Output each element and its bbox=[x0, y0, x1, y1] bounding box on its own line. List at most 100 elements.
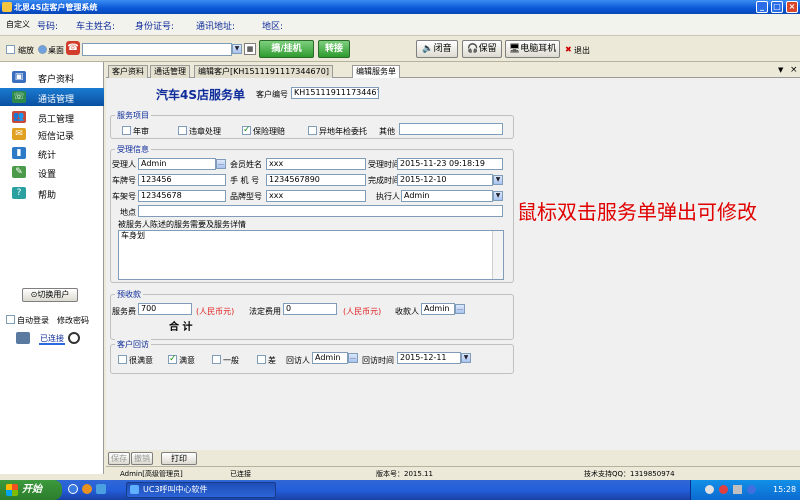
auto-login-checkbox[interactable] bbox=[6, 315, 15, 324]
desktop-icon[interactable] bbox=[38, 45, 47, 54]
settings-icon: ✎ bbox=[12, 166, 26, 178]
member-field[interactable]: xxx bbox=[266, 158, 366, 170]
sidebar-item-sms[interactable]: ✉ 短信记录 bbox=[0, 125, 104, 143]
brand-field[interactable]: xxx bbox=[266, 190, 366, 202]
finish-time-dropdown[interactable]: ▼ bbox=[493, 175, 503, 185]
headset-button[interactable]: 🖥电脑耳机 bbox=[505, 40, 560, 58]
tab-calls[interactable]: 通话管理 bbox=[150, 65, 190, 78]
close-button[interactable]: × bbox=[786, 1, 798, 13]
call-icon: ☏ bbox=[12, 91, 26, 103]
accept-group-title: 受理信息 bbox=[115, 144, 151, 155]
status-user: Admin[高级管理员] bbox=[120, 470, 183, 478]
title-bar[interactable]: 北恩4S店客户管理系统 _ □ × bbox=[0, 0, 800, 14]
hangup-button[interactable]: 摘/挂机 bbox=[259, 40, 314, 58]
payee-picker-button[interactable]: … bbox=[455, 304, 465, 314]
explorer-icon[interactable] bbox=[96, 484, 106, 494]
payee-label: 收款人 bbox=[395, 307, 419, 316]
tray-icon[interactable] bbox=[747, 485, 756, 494]
visit-time-dropdown[interactable]: ▼ bbox=[461, 353, 471, 363]
accept-time-label: 受理时间 bbox=[368, 160, 400, 169]
phone-icon[interactable]: ☎ bbox=[66, 41, 80, 55]
service-checkbox-remote[interactable] bbox=[308, 126, 317, 135]
detail-label: 被服务人陈述的服务需要及服务详情 bbox=[118, 220, 246, 229]
legal-fee-field[interactable]: 0 bbox=[283, 303, 337, 315]
visit-time-field[interactable]: 2015-12-11 bbox=[397, 352, 461, 364]
return-checkbox-poor[interactable] bbox=[257, 355, 266, 364]
payee-field[interactable]: Admin bbox=[421, 303, 455, 315]
minimize-checkbox[interactable] bbox=[6, 45, 15, 54]
browser-icon[interactable] bbox=[82, 484, 92, 494]
tab-edit-customer[interactable]: 编辑客户[KH1511191117344670] bbox=[194, 65, 333, 78]
exit-button[interactable]: 退出 bbox=[574, 45, 590, 56]
tab-customers[interactable]: 客户资料 bbox=[108, 65, 148, 78]
tray-icon[interactable] bbox=[719, 485, 728, 494]
change-password-link[interactable]: 修改密码 bbox=[57, 315, 89, 326]
exit-icon[interactable]: ✖ bbox=[565, 45, 572, 54]
service-label-annual: 年审 bbox=[133, 127, 149, 136]
sidebar-item-calls[interactable]: ☏ 通话管理 bbox=[0, 88, 104, 106]
visitor-field[interactable]: Admin bbox=[312, 352, 348, 364]
sidebar-item-customers[interactable]: ▣ 客户资料 bbox=[0, 68, 104, 86]
tray-icon[interactable] bbox=[705, 485, 714, 494]
tab-dropdown-icon[interactable]: ▼ bbox=[778, 66, 783, 74]
sidebar-item-label: 通话管理 bbox=[38, 95, 75, 105]
mute-button[interactable]: 🔈闭音 bbox=[416, 40, 458, 58]
header-address-label: 通讯地址: bbox=[196, 22, 236, 32]
detail-scrollbar[interactable] bbox=[492, 231, 503, 279]
executor-dropdown[interactable]: ▼ bbox=[493, 191, 503, 201]
dial-dropdown-button[interactable]: ▼ bbox=[232, 44, 242, 54]
switch-user-button[interactable]: ⊙切换用户 bbox=[22, 288, 78, 302]
executor-field[interactable]: Admin bbox=[401, 190, 493, 202]
plate-field[interactable]: 123456 bbox=[138, 174, 226, 186]
finish-time-field[interactable]: 2015-12-10 bbox=[397, 174, 493, 186]
accept-time-field[interactable]: 2015-11-23 09:18:19 bbox=[397, 158, 503, 170]
receiver-picker-button[interactable]: … bbox=[216, 159, 226, 169]
return-label-satisfied: 满意 bbox=[179, 356, 195, 365]
cancel-button[interactable]: 撤销 bbox=[131, 452, 153, 465]
sidebar-item-label: 设置 bbox=[38, 170, 57, 180]
taskbar bbox=[0, 480, 800, 500]
sidebar-item-staff[interactable]: 👥 员工管理 bbox=[0, 108, 104, 126]
maximize-button[interactable]: □ bbox=[771, 1, 783, 13]
return-checkbox-satisfied[interactable] bbox=[168, 354, 177, 364]
taskbar-app-button[interactable]: UC3呼叫中心软件 bbox=[126, 482, 276, 498]
customize-label[interactable]: 自定义 bbox=[6, 19, 30, 30]
member-label: 会员姓名 bbox=[230, 160, 262, 169]
service-checkbox-insurance[interactable] bbox=[242, 125, 251, 135]
phone-field[interactable]: 1234567890 bbox=[266, 174, 366, 186]
return-checkbox-very-satisfied[interactable] bbox=[118, 355, 127, 364]
detail-textarea[interactable]: 车身划 bbox=[118, 230, 504, 280]
service-checkbox-violation[interactable] bbox=[178, 126, 187, 135]
customer-icon: ▣ bbox=[12, 71, 26, 83]
start-button[interactable]: 开始 bbox=[0, 480, 62, 500]
print-button[interactable]: 打印 bbox=[161, 452, 197, 465]
legal-fee-unit: (人民币元) bbox=[343, 307, 382, 316]
tray-icon[interactable] bbox=[733, 485, 742, 494]
keypad-icon[interactable]: ▦ bbox=[244, 43, 256, 55]
sidebar-item-stats[interactable]: ▮ 统计 bbox=[0, 144, 104, 162]
customer-no-field[interactable]: KH1511191117344670 bbox=[291, 87, 379, 99]
transfer-button[interactable]: 转接 bbox=[318, 40, 350, 58]
location-field[interactable] bbox=[138, 205, 503, 217]
sidebar-item-help[interactable]: ? 帮助 bbox=[0, 184, 104, 202]
tab-edit-service[interactable]: 编辑服务单 bbox=[352, 65, 400, 78]
sidebar-item-settings[interactable]: ✎ 设置 bbox=[0, 163, 104, 181]
receiver-field[interactable]: Admin bbox=[138, 158, 216, 170]
hold-button[interactable]: 🎧保留 bbox=[462, 40, 502, 58]
service-checkbox-annual[interactable] bbox=[122, 126, 131, 135]
visitor-picker-button[interactable]: … bbox=[348, 353, 358, 363]
dial-input[interactable] bbox=[82, 43, 232, 56]
phone-label: 手 机 号 bbox=[230, 176, 260, 185]
ie-icon[interactable] bbox=[68, 484, 78, 494]
clock[interactable]: 15:28 bbox=[773, 485, 796, 494]
other-field[interactable] bbox=[399, 123, 503, 135]
windows-logo-icon bbox=[6, 484, 18, 496]
tab-close-icon[interactable]: × bbox=[790, 65, 798, 75]
frame-field[interactable]: 12345678 bbox=[138, 190, 226, 202]
service-fee-field[interactable]: 700 bbox=[138, 303, 192, 315]
minimize-button[interactable]: _ bbox=[756, 1, 768, 13]
sms-icon: ✉ bbox=[12, 128, 26, 140]
service-fee-unit: (人民币元) bbox=[196, 307, 235, 316]
save-button[interactable]: 保存 bbox=[108, 452, 130, 465]
return-checkbox-average[interactable] bbox=[212, 355, 221, 364]
